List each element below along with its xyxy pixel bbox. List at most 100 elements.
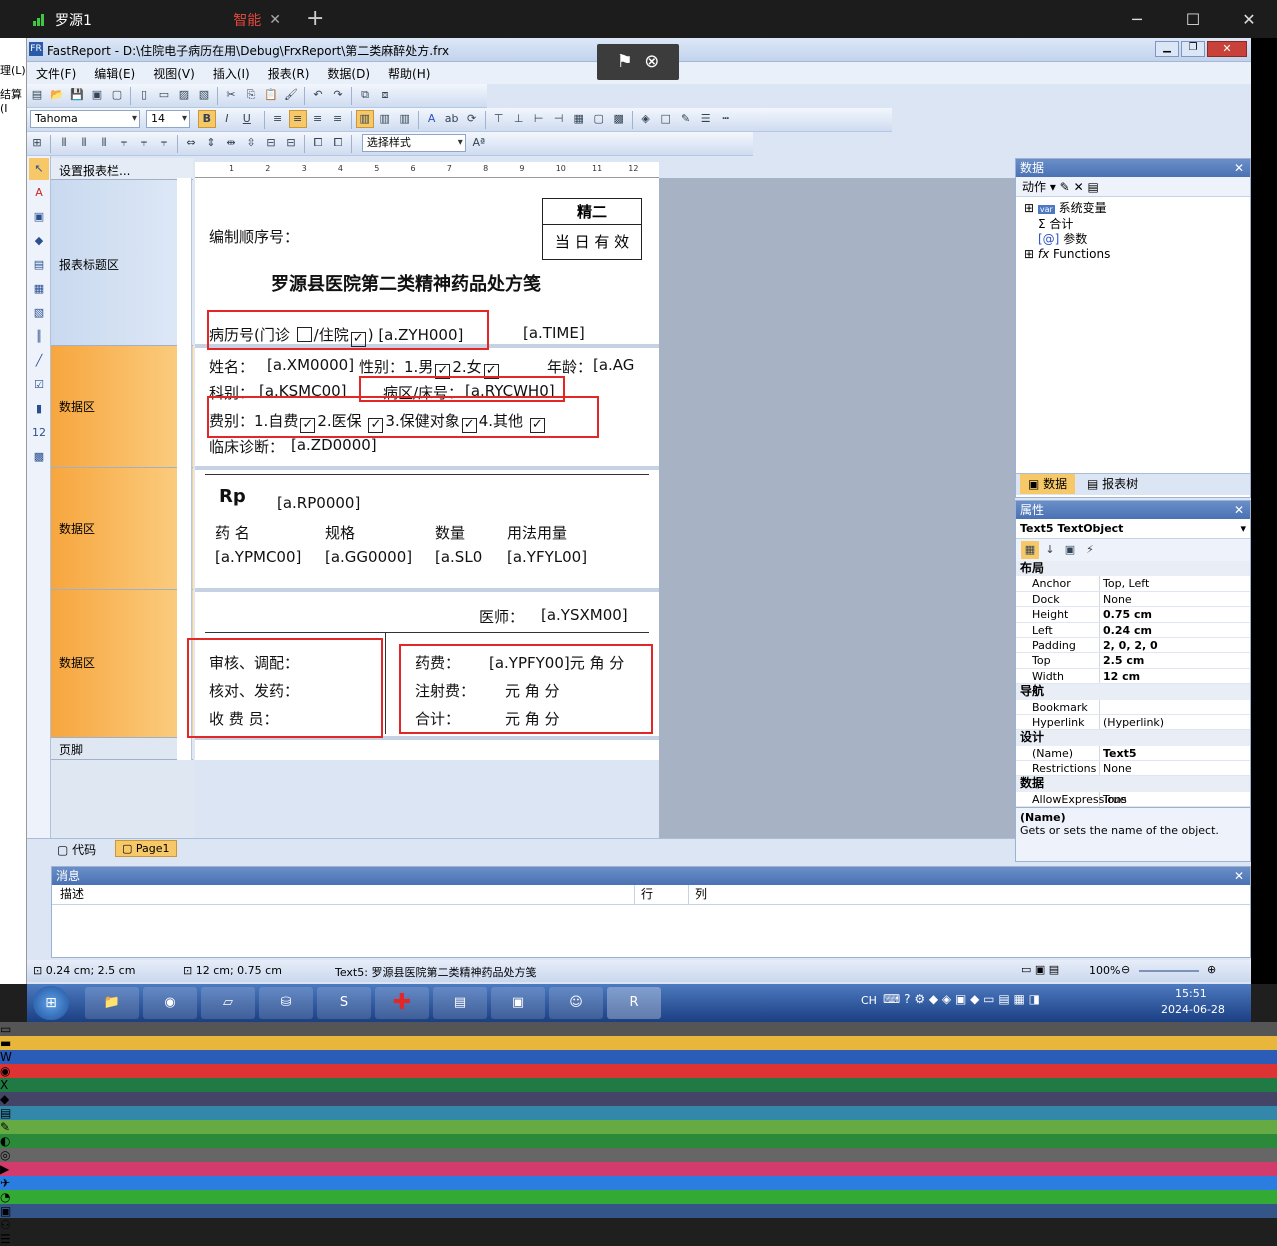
prop-row[interactable]: Width 12 cm xyxy=(1016,668,1250,685)
col-row[interactable]: 行 xyxy=(634,885,653,904)
file-explorer-icon[interactable]: ▬ xyxy=(0,1036,1277,1050)
app-close-icon[interactable]: ✕ xyxy=(1207,41,1247,57)
new-report-icon[interactable]: ▤ xyxy=(28,86,46,104)
evernote-icon[interactable]: ◐ xyxy=(0,1134,1277,1148)
font-name-combo[interactable]: Tahoma xyxy=(30,110,140,128)
richtext-tool-icon[interactable]: ▧ xyxy=(29,302,49,324)
stamp-box[interactable]: 精二 当 日 有 效 xyxy=(542,198,642,260)
word-icon[interactable]: W xyxy=(0,1050,1277,1064)
copy-icon[interactable]: ⎘ xyxy=(242,86,260,104)
cut-icon[interactable]: ✂ xyxy=(222,86,240,104)
shape-tool-icon[interactable]: ◆ xyxy=(29,230,49,252)
band-data-1[interactable]: 数据区 xyxy=(51,346,193,468)
doctor-label[interactable]: 医师： xyxy=(479,606,524,627)
fill-color-icon[interactable]: ◈ xyxy=(637,110,655,128)
chart-tool-icon[interactable]: ▮ xyxy=(29,398,49,420)
menu-help[interactable]: 帮助(H) xyxy=(379,62,439,85)
messages-close-icon[interactable]: ✕ xyxy=(1234,867,1244,885)
space-h-icon[interactable]: ⇹ xyxy=(222,134,240,152)
prop-category[interactable]: 布局 xyxy=(1016,561,1250,577)
app-minimize-icon[interactable]: ▁ xyxy=(1155,41,1179,57)
maximize-icon[interactable]: ☐ xyxy=(1165,0,1221,38)
app-restore-icon[interactable]: ❐ xyxy=(1181,41,1205,57)
doctor-field[interactable]: [a.YSXM00] xyxy=(541,606,628,624)
prop-category[interactable]: 导航 xyxy=(1016,684,1250,700)
map-tool-icon[interactable]: ▩ xyxy=(29,446,49,468)
space-v-icon[interactable]: ⇳ xyxy=(242,134,260,152)
col-qty-header[interactable]: 数量 xyxy=(435,522,465,543)
align-lefts-icon[interactable]: ⫴ xyxy=(55,134,73,152)
rp-label[interactable]: Rp xyxy=(219,486,246,507)
tray-icons[interactable]: ⌨ ? ⚙ ◆ ◈ ▣ ◆ ▭ ▤ ▦ ◨ xyxy=(883,992,1040,1006)
events-icon[interactable]: ⚡ xyxy=(1081,541,1099,559)
border-top-icon[interactable]: ⊤ xyxy=(490,110,508,128)
paste-icon[interactable]: 📋 xyxy=(262,86,280,104)
props-close-icon[interactable]: ✕ xyxy=(1234,501,1244,519)
view-mode-icons[interactable]: ▭ ▣ ▤ xyxy=(1021,963,1059,976)
delete-page-icon[interactable]: ▨ xyxy=(175,86,193,104)
format-painter-icon[interactable]: 🖌 xyxy=(282,86,300,104)
picture-tool-icon[interactable]: ▣ xyxy=(29,206,49,228)
band-data-3[interactable]: 数据区 xyxy=(51,590,193,738)
notepad-icon[interactable]: ▤ xyxy=(0,1106,1277,1120)
col-col[interactable]: 列 xyxy=(688,885,707,904)
save-icon[interactable]: 💾 xyxy=(68,86,86,104)
zoom-slider[interactable] xyxy=(1139,970,1199,972)
remote-desktop-icon[interactable]: ▣ xyxy=(0,1204,1277,1218)
group-icon[interactable]: ⧉ xyxy=(356,86,374,104)
properties-view-icon[interactable]: ▣ xyxy=(1061,541,1079,559)
host-app-icon[interactable]: ◆ xyxy=(0,1092,1277,1106)
notes-icon[interactable]: ▱ xyxy=(201,987,255,1019)
prop-value[interactable]: 0.24 cm xyxy=(1100,623,1250,637)
action-menu[interactable]: 动作 xyxy=(1022,180,1046,194)
center-v-icon[interactable]: ⊟ xyxy=(282,134,300,152)
report-page[interactable]: 编制顺序号： 精二 当 日 有 效 罗源县医院第二类精神药品处方笺 病历号(门诊… xyxy=(187,178,659,760)
border-none-icon[interactable]: ▢ xyxy=(590,110,608,128)
col-spec-header[interactable]: 规格 xyxy=(325,522,355,543)
age-label[interactable]: 年龄： xyxy=(547,356,592,377)
zoom-in-icon[interactable]: ⊕ xyxy=(1207,963,1216,976)
delete-icon[interactable]: ✕ xyxy=(1074,180,1084,194)
drug-field[interactable]: [a.YPMC00] xyxy=(215,548,301,566)
pin-icon[interactable]: ⚑ xyxy=(617,51,633,72)
widgets-icon[interactable]: ⚇ xyxy=(0,1218,1277,1232)
align-right-icon[interactable]: ≡ xyxy=(309,110,327,128)
open-icon[interactable]: 📂 xyxy=(48,86,66,104)
highlight-icon[interactable]: ab xyxy=(443,110,461,128)
prop-row[interactable]: Top 2.5 cm xyxy=(1016,653,1250,669)
task-view-icon[interactable]: ▭ xyxy=(0,1022,1277,1036)
same-height-icon[interactable]: ⇕ xyxy=(202,134,220,152)
start-orb-icon[interactable]: ⊞ xyxy=(33,986,69,1020)
valign-top-icon[interactable]: ▥ xyxy=(355,110,374,128)
prop-row[interactable]: (Name) Text5 xyxy=(1016,745,1250,762)
prop-row[interactable]: Padding 2, 0, 2, 0 xyxy=(1016,637,1250,654)
menu-report[interactable]: 报表(R) xyxy=(259,62,319,85)
border-bottom-icon[interactable]: ⊥ xyxy=(510,110,528,128)
prop-value[interactable] xyxy=(1100,700,1250,714)
prop-value[interactable]: 2.5 cm xyxy=(1100,653,1250,667)
preview-icon[interactable]: ▢ xyxy=(108,86,126,104)
paint-icon[interactable]: ✎ xyxy=(0,1120,1277,1134)
style-icon[interactable]: Aª xyxy=(470,134,488,152)
prop-row[interactable]: Left 0.24 cm xyxy=(1016,622,1250,638)
checkbox-tool-icon[interactable]: ☑ xyxy=(29,374,49,396)
tree-item-functions[interactable]: ⊞ fx Functions xyxy=(1016,247,1250,262)
name-field[interactable]: [a.XM0000] xyxy=(267,356,354,374)
band-data-2[interactable]: 数据区 xyxy=(51,468,193,590)
line-style-icon[interactable]: ┅ xyxy=(717,110,735,128)
data-panel-close-icon[interactable]: ✕ xyxy=(1234,159,1244,177)
sogou-icon[interactable]: S xyxy=(317,987,371,1019)
prop-value[interactable]: None xyxy=(1100,592,1250,606)
minimize-icon[interactable]: ─ xyxy=(1109,0,1165,38)
justify-icon[interactable]: ≡ xyxy=(329,110,347,128)
prop-value[interactable]: 0.75 cm xyxy=(1100,607,1250,621)
ime-indicator[interactable]: CH xyxy=(861,994,877,1007)
shadow-icon[interactable]: ▩ xyxy=(610,110,628,128)
new-dialog-icon[interactable]: ▭ xyxy=(155,86,173,104)
bold-button[interactable]: B xyxy=(197,110,216,128)
explorer-icon[interactable]: 📁 xyxy=(85,987,139,1019)
new-tab-icon[interactable]: + xyxy=(306,6,324,31)
prop-row[interactable]: Dock None xyxy=(1016,591,1250,608)
center-h-icon[interactable]: ⊟ xyxy=(262,134,280,152)
fill-props-icon[interactable]: □ xyxy=(657,110,675,128)
